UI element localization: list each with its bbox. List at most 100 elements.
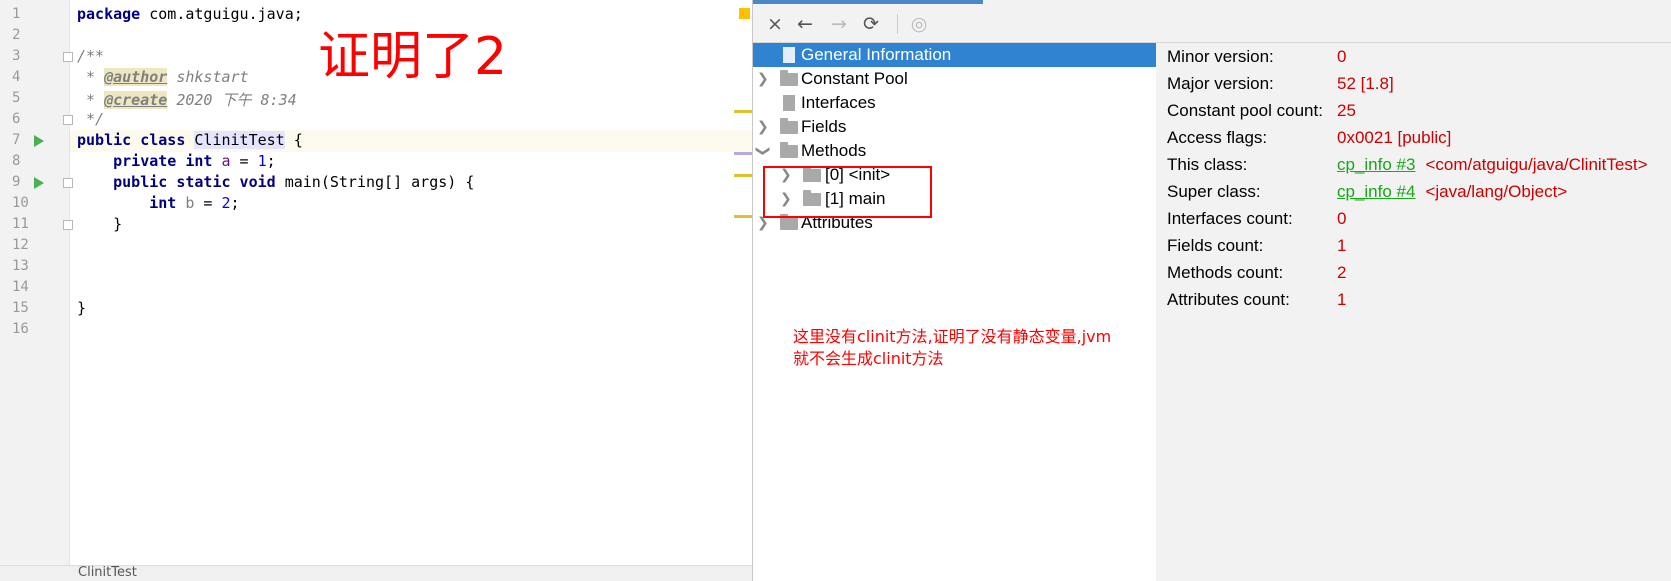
tree-item-constant-pool[interactable]: ❯ Constant Pool xyxy=(753,67,1156,91)
code-line[interactable]: } xyxy=(70,298,752,320)
close-icon[interactable]: × xyxy=(763,13,787,35)
info-label: Attributes count: xyxy=(1167,290,1290,309)
run-main-icon[interactable] xyxy=(34,177,44,189)
keyword: public class xyxy=(77,131,195,149)
tree-item-label: Methods xyxy=(801,141,867,160)
line-number: 14 xyxy=(12,279,29,295)
folder-icon xyxy=(780,118,798,134)
code-text: { xyxy=(284,131,303,149)
run-class-icon[interactable] xyxy=(34,135,44,147)
folder-icon xyxy=(780,214,798,230)
tree-item-interfaces[interactable]: Interfaces xyxy=(753,91,1156,115)
refresh-icon[interactable]: ⟳ xyxy=(859,13,883,35)
chevron-down-icon[interactable]: ❯ xyxy=(752,145,774,157)
class-structure-tree[interactable]: General Information ❯ Constant Pool Inte… xyxy=(753,43,1156,581)
toolbar-divider xyxy=(897,14,898,34)
info-label: This class: xyxy=(1167,155,1248,174)
line-number: 16 xyxy=(12,321,29,337)
stripe-mark[interactable] xyxy=(734,152,752,155)
tree-item-fields[interactable]: ❯ Fields xyxy=(753,115,1156,139)
line-number: 4 xyxy=(12,69,21,85)
line-number: 1 xyxy=(12,6,21,22)
keyword: public static void xyxy=(77,173,285,191)
code-text: main(String[] args) { xyxy=(284,173,475,191)
gutter-line: 11 xyxy=(0,214,73,236)
info-value: 2 xyxy=(1337,263,1347,282)
info-label: Super class: xyxy=(1167,182,1261,201)
breadcrumb[interactable]: ClinitTest xyxy=(78,565,137,580)
info-value: 0x0021 [public] xyxy=(1337,128,1452,147)
number-literal: 1 xyxy=(257,152,267,170)
line-gutter: 1 2 3 4 5 6 7 8 9 10 11 12 13 14 15 16 xyxy=(0,0,73,566)
info-value: 52 [1.8] xyxy=(1337,74,1394,93)
code-line[interactable]: */ xyxy=(70,109,752,131)
code-line[interactable]: public static void main(String[] args) { xyxy=(70,172,752,194)
gutter-line: 12 xyxy=(0,235,69,257)
line-number: 10 xyxy=(12,195,29,211)
chevron-right-icon[interactable]: ❯ xyxy=(757,68,769,90)
info-label: Constant pool count: xyxy=(1167,101,1323,120)
cp-info-link[interactable]: cp_info #3 xyxy=(1337,155,1415,174)
tree-item-label: Interfaces xyxy=(801,93,876,112)
info-value: 0 xyxy=(1337,209,1347,228)
code-text: com.atguigu.java; xyxy=(140,5,303,23)
gutter-line: 10 xyxy=(0,193,69,215)
file-icon xyxy=(783,47,795,63)
gutter-line: 15 xyxy=(0,298,69,320)
folder-icon xyxy=(780,142,798,158)
gutter-line: 3 xyxy=(0,46,73,68)
error-stripe[interactable] xyxy=(734,0,752,566)
info-label: Fields count: xyxy=(1167,236,1264,255)
globe-icon[interactable]: ◎ xyxy=(907,13,931,35)
annotation-highlight-box xyxy=(763,166,932,218)
back-icon[interactable]: ← xyxy=(793,13,817,35)
comment-text: 2020 下午 8:34 xyxy=(167,91,297,109)
line-number: 3 xyxy=(12,48,21,64)
tree-item-label: General Information xyxy=(801,45,952,64)
code-editor[interactable]: 1 2 3 4 5 6 7 8 9 10 11 12 13 14 15 16 p… xyxy=(0,0,752,581)
code-line[interactable]: int b = 2; xyxy=(70,193,752,215)
tree-item-general-information[interactable]: General Information xyxy=(753,43,1156,67)
info-value: 1 xyxy=(1337,236,1347,255)
code-text: ; xyxy=(266,152,276,170)
info-label: Minor version: xyxy=(1167,47,1274,66)
info-value: 25 xyxy=(1337,101,1356,120)
general-information-panel: Minor version: 0 Major version: 52 [1.8]… xyxy=(1156,43,1671,581)
gutter-line: 7 xyxy=(0,130,69,152)
keyword: private int xyxy=(77,152,222,170)
gutter-line: 4 xyxy=(0,67,69,89)
code-line[interactable]: } xyxy=(70,214,752,236)
tree-item-label: Fields xyxy=(801,117,847,136)
code-line[interactable]: * @create 2020 下午 8:34 xyxy=(70,88,752,110)
folder-icon xyxy=(780,70,798,86)
code-text: } xyxy=(77,215,123,233)
line-number: 5 xyxy=(12,90,21,106)
stripe-mark[interactable] xyxy=(734,215,752,218)
line-number: 9 xyxy=(12,174,21,190)
keyword: int xyxy=(77,194,186,212)
forward-icon[interactable]: → xyxy=(827,13,851,35)
comment-text: * xyxy=(77,91,105,109)
line-number: 2 xyxy=(12,27,21,43)
stripe-mark[interactable] xyxy=(734,110,752,113)
class-name: ClinitTest xyxy=(194,131,285,149)
tree-item-methods[interactable]: ❯ Methods xyxy=(753,139,1156,163)
comment-text: shkstart xyxy=(167,68,249,86)
gutter-line: 9 xyxy=(0,172,73,194)
info-label: Interfaces count: xyxy=(1167,209,1293,228)
cp-info-link[interactable]: cp_info #4 xyxy=(1337,182,1415,201)
gutter-line: 8 xyxy=(0,151,69,173)
info-value: 1 xyxy=(1337,290,1347,309)
stripe-mark[interactable] xyxy=(734,174,752,177)
code-line-current[interactable]: public class ClinitTest { xyxy=(70,130,752,152)
javadoc-tag: @create xyxy=(104,91,168,109)
code-text: = xyxy=(230,152,258,170)
line-number: 6 xyxy=(12,111,21,127)
line-number: 8 xyxy=(12,153,21,169)
gutter-line: 13 xyxy=(0,256,69,278)
code-line[interactable]: private int a = 1; xyxy=(70,151,752,173)
chevron-right-icon[interactable]: ❯ xyxy=(757,116,769,138)
comment-text: /** xyxy=(77,47,105,65)
line-number: 15 xyxy=(12,300,29,316)
inspection-status-icon[interactable] xyxy=(739,8,750,19)
